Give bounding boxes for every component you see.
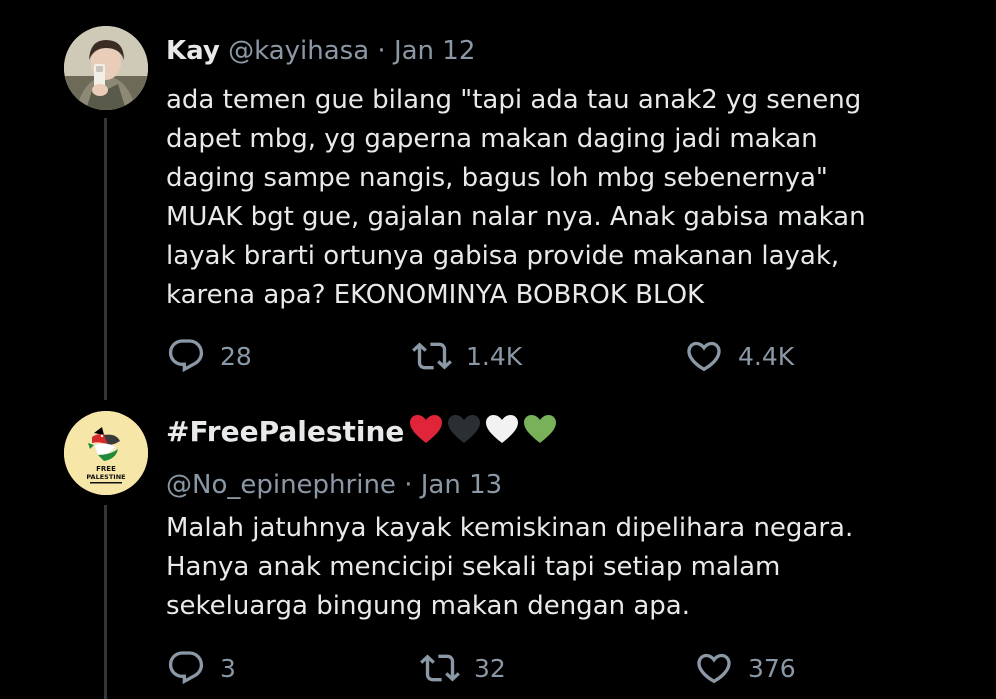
tweet-date[interactable]: Jan 13 bbox=[421, 470, 502, 500]
tweet-text-line: karena apa? EKONOMINYA BOBROK BLOK bbox=[166, 280, 705, 310]
tweet-text-line: layak brarti ortunya gabisa provide maka… bbox=[166, 241, 840, 271]
like-icon bbox=[697, 653, 731, 684]
green-heart-icon bbox=[524, 415, 557, 443]
separator: · bbox=[404, 470, 413, 500]
tweet-text-line: Malah jatuhnya kayak kemiskinan dipeliha… bbox=[166, 513, 854, 543]
retweet-icon bbox=[412, 342, 452, 370]
reply-count: 3 bbox=[220, 653, 236, 683]
white-heart-icon bbox=[486, 415, 519, 443]
tweet-text: Malah jatuhnya kayak kemiskinan dipeliha… bbox=[166, 509, 966, 626]
tweet-freepalestine[interactable]: FREE PALESTINE #FreePalestine @No_epinep… bbox=[0, 395, 996, 699]
tweet-text-line: Hanya anak mencicipi sekali tapi setiap … bbox=[166, 552, 781, 582]
name-emoji bbox=[408, 413, 558, 445]
avatar-text-palestine: PALESTINE bbox=[86, 473, 125, 481]
display-name[interactable]: #FreePalestine bbox=[166, 415, 404, 448]
like-count: 4.4K bbox=[738, 341, 795, 371]
user-handle[interactable]: @No_epinephrine bbox=[166, 470, 396, 500]
tweet-actions: 3 32 376 bbox=[166, 648, 866, 688]
tweet-kay[interactable]: Kay @kayihasa · Jan 12 ada temen gue bil… bbox=[0, 0, 996, 400]
red-heart-icon bbox=[410, 415, 443, 443]
like-count: 376 bbox=[748, 653, 796, 683]
tweet-actions: 28 1.4K 4.4K bbox=[166, 336, 866, 376]
user-handle[interactable]: @kayihasa bbox=[228, 36, 369, 66]
like-button[interactable]: 4.4K bbox=[684, 336, 794, 376]
retweet-count: 1.4K bbox=[466, 341, 523, 371]
retweet-count: 32 bbox=[474, 653, 506, 683]
display-name[interactable]: Kay bbox=[166, 36, 220, 66]
tweet-text-line: daging sampe nangis, bagus loh mbg seben… bbox=[166, 163, 828, 193]
retweet-icon bbox=[420, 654, 460, 682]
tweet-header: #FreePalestine bbox=[166, 413, 558, 451]
black-heart-icon bbox=[448, 415, 481, 443]
reply-icon bbox=[168, 339, 204, 373]
separator: · bbox=[377, 36, 386, 66]
like-button[interactable]: 376 bbox=[694, 648, 796, 688]
tweet-text-line: sekeluarga bingung makan dengan apa. bbox=[166, 591, 690, 621]
retweet-button[interactable]: 1.4K bbox=[412, 336, 522, 376]
tweet-subheader: @No_epinephrine · Jan 13 bbox=[166, 468, 502, 502]
reply-button[interactable]: 28 bbox=[166, 336, 252, 376]
avatar[interactable] bbox=[64, 26, 148, 110]
tweet-date[interactable]: Jan 12 bbox=[394, 36, 475, 66]
tweet-text-line: ada temen gue bilang "tapi ada tau anak2… bbox=[166, 85, 862, 115]
tweet-text-line: dapet mbg, yg gaperna makan daging jadi … bbox=[166, 124, 818, 154]
reply-icon bbox=[168, 651, 204, 685]
like-icon bbox=[687, 341, 721, 372]
thread-line bbox=[104, 505, 107, 699]
tweet-text: ada temen gue bilang "tapi ada tau anak2… bbox=[166, 81, 966, 315]
avatar-photo bbox=[64, 26, 148, 110]
tweet-text-line: MUAK bgt gue, gajalan nalar nya. Anak ga… bbox=[166, 202, 866, 232]
reply-button[interactable]: 3 bbox=[166, 648, 236, 688]
avatar-text-free: FREE bbox=[96, 465, 116, 473]
reply-count: 28 bbox=[220, 341, 252, 371]
avatar-logo: FREE PALESTINE bbox=[64, 411, 148, 495]
avatar[interactable]: FREE PALESTINE bbox=[64, 411, 148, 495]
tweet-header: Kay @kayihasa · Jan 12 bbox=[166, 34, 475, 68]
retweet-button[interactable]: 32 bbox=[420, 648, 506, 688]
thread-line bbox=[104, 118, 107, 400]
